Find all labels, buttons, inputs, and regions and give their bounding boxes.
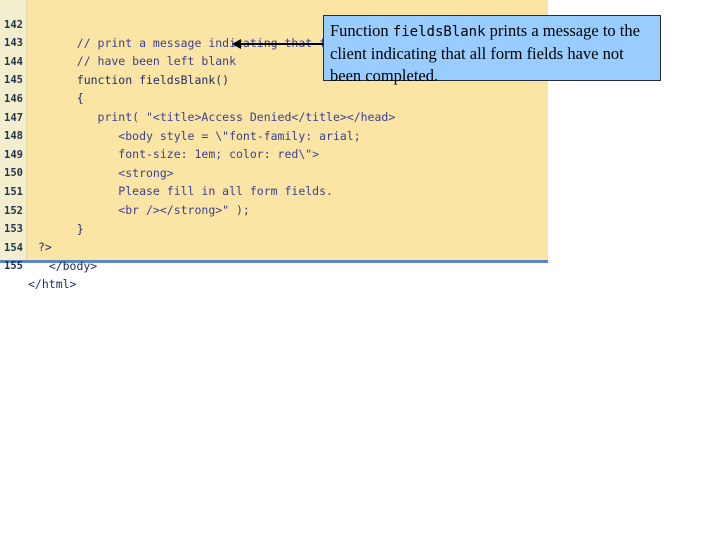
- callout-arrow-line: [240, 43, 323, 45]
- code-text: <br /></strong>" );: [56, 203, 250, 217]
- code-text: </html>: [28, 277, 77, 291]
- code-line: 146 print( "<title>Access Denied</title>…: [0, 72, 395, 124]
- code-line: 148 font-size: 1em; color: red\">: [0, 109, 319, 161]
- code-text: {: [56, 91, 84, 105]
- code-text: </body>: [28, 259, 98, 273]
- code-line: 147 <body style = \"font-family: arial;: [0, 91, 361, 143]
- code-text: }: [56, 222, 84, 236]
- callout-text-before: Function: [330, 21, 393, 40]
- annotation-callout: Function fieldsBlank prints a message to…: [323, 15, 661, 85]
- code-text: // have been left blank: [56, 54, 237, 68]
- code-line: 144 function fieldsBlank(): [0, 35, 229, 87]
- code-line: 150 Please fill in all form fields.: [0, 146, 333, 198]
- callout-code-word: fieldsBlank: [392, 24, 486, 40]
- code-line: 145 {: [0, 53, 84, 105]
- code-text: font-size: 1em; color: red\">: [56, 147, 320, 161]
- code-text: <body style = \"font-family: arial;: [56, 129, 361, 143]
- code-line: 151 <br /></strong>" );: [0, 165, 250, 217]
- code-text: <strong>: [56, 166, 174, 180]
- code-text: function fieldsBlank(): [56, 73, 230, 87]
- code-text: ?>: [38, 240, 52, 254]
- code-line: 143 // have been left blank: [0, 16, 236, 68]
- code-text: Please fill in all form fields.: [56, 184, 333, 198]
- code-line: 153 ?>: [0, 202, 52, 254]
- code-line: 149 <strong>: [0, 128, 174, 180]
- line-number: 155: [4, 260, 23, 272]
- code-line: 155 </html>: [0, 239, 76, 291]
- code-line: 152 }: [0, 184, 84, 236]
- arrow-left-icon: [232, 39, 241, 49]
- code-text: print( "<title>Access Denied</title></he…: [56, 110, 396, 124]
- code-line: 154 </body>: [0, 221, 97, 273]
- code-line: 142 // print a message indicating that f…: [0, 0, 361, 50]
